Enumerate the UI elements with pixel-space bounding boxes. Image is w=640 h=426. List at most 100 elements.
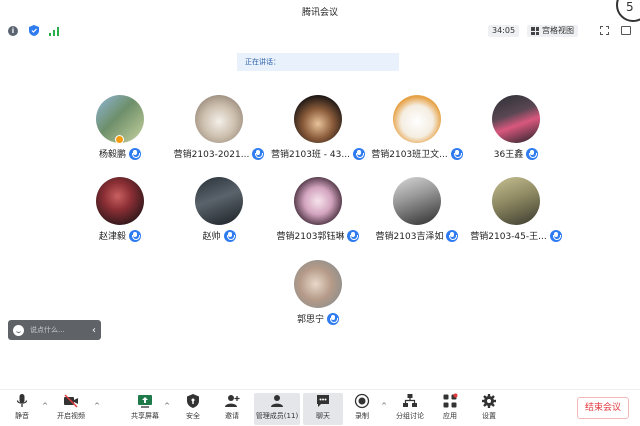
manage-members-label: 管理成员(11) <box>255 412 299 420</box>
host-badge-icon <box>115 135 124 144</box>
mute-label: 静音 <box>15 412 29 420</box>
mute-options-chevron-icon[interactable]: ^ <box>40 402 50 410</box>
security-button[interactable]: 安全 <box>173 393 213 425</box>
camera-off-icon <box>64 394 78 408</box>
emoji-icon[interactable] <box>13 324 24 336</box>
participant-name-row: 营销2103郭钰琳 <box>266 229 370 242</box>
participant-tile[interactable]: 营销2103郭钰琳 <box>266 177 370 253</box>
avatar <box>294 95 342 143</box>
meeting-toolbar: 静音 ^ 开启视频 ^ 共享屏幕 ^ 安全 邀请 管理成员(11) 聊天 录制 … <box>0 389 640 426</box>
security-label: 安全 <box>186 412 200 420</box>
gear-icon <box>482 394 496 408</box>
meeting-info-bar: i 34:05 宫格视图 <box>0 22 640 40</box>
breakout-rooms-label: 分组讨论 <box>396 412 424 420</box>
video-options-chevron-icon[interactable]: ^ <box>92 402 102 410</box>
microphone-status-icon <box>252 147 265 160</box>
invite-label: 邀请 <box>225 412 239 420</box>
members-icon <box>271 395 283 407</box>
participant-name: 营销2103吉泽如 <box>375 232 444 242</box>
apps-button[interactable]: 应用 <box>430 393 470 425</box>
participant-name: 郭思宁 <box>296 315 324 325</box>
participant-name: 36王鑫 <box>493 150 524 160</box>
record-options-chevron-icon[interactable]: ^ <box>379 402 389 410</box>
chat-button[interactable]: 聊天 <box>303 393 343 425</box>
participant-tile[interactable]: 营销2103吉泽如 <box>365 177 469 253</box>
window-title: 腾讯会议 <box>301 8 338 18</box>
chat-placeholder: 说点什么... <box>30 326 65 334</box>
chat-icon <box>317 395 329 407</box>
participant-name: 杨毅鹏 <box>98 150 126 160</box>
participant-tile[interactable]: 杨毅鹏 <box>68 95 172 171</box>
apps-label: 应用 <box>443 412 457 420</box>
participant-tile[interactable]: 赵津毅 <box>68 177 172 253</box>
participant-tile[interactable]: 营销2103-2021... <box>167 95 271 171</box>
participant-tile[interactable]: 赵帅 <box>167 177 271 253</box>
participant-name: 营销2103班卫文... <box>371 150 448 160</box>
participant-tile[interactable]: 营销2103-45-王... <box>464 177 568 253</box>
participant-name-row: 营销2103吉泽如 <box>365 229 469 242</box>
microphone-status-icon <box>129 147 141 160</box>
avatar <box>195 95 243 143</box>
participant-name-row: 郭思宁 <box>266 312 370 325</box>
info-icon[interactable]: i <box>8 26 18 36</box>
notification-badge[interactable]: 5 <box>616 0 640 22</box>
chat-quick-input[interactable]: 说点什么... ‹ <box>8 320 101 340</box>
record-button[interactable]: 录制 <box>342 393 382 425</box>
microphone-status-icon <box>352 147 365 160</box>
manage-members-button[interactable]: 管理成员(11) <box>254 393 300 425</box>
video-button[interactable]: 开启视频 <box>51 393 91 425</box>
participant-name-row: 赵津毅 <box>68 229 172 242</box>
microphone-status-icon <box>450 147 463 160</box>
mute-button[interactable]: 静音 <box>2 393 42 425</box>
participant-name: 赵津毅 <box>98 232 126 242</box>
participant-name: 营销2103郭钰琳 <box>276 232 345 242</box>
breakout-rooms-icon <box>403 394 417 407</box>
security-shield-icon <box>187 394 199 408</box>
avatar <box>393 95 441 143</box>
breakout-rooms-button[interactable]: 分组讨论 <box>390 393 430 425</box>
microphone-status-icon <box>327 312 339 325</box>
avatar <box>294 260 342 308</box>
participant-name-row: 营销2103班卫文... <box>365 147 469 160</box>
share-options-chevron-icon[interactable]: ^ <box>162 402 172 410</box>
participant-name: 赵帅 <box>202 232 221 242</box>
participant-name-row: 营销2103-45-王... <box>464 229 568 242</box>
add-user-icon <box>225 395 240 407</box>
avatar <box>492 95 540 143</box>
microphone-status-icon <box>223 229 236 242</box>
settings-button[interactable]: 设置 <box>469 393 509 425</box>
avatar <box>96 177 144 225</box>
participant-name-row: 赵帅 <box>167 229 271 242</box>
network-signal-icon[interactable] <box>49 26 59 36</box>
view-mode-button[interactable]: 宫格视图 <box>527 25 578 37</box>
shield-icon[interactable] <box>29 25 39 36</box>
avatar <box>492 177 540 225</box>
settings-label: 设置 <box>482 412 496 420</box>
participant-name-row: 营销2103班 - 43... <box>266 147 370 160</box>
avatar <box>195 177 243 225</box>
participant-name-row: 36王鑫 <box>464 147 568 160</box>
window-mode-icon[interactable] <box>621 26 631 35</box>
grid-view-icon <box>531 27 539 35</box>
share-screen-icon <box>138 395 152 408</box>
share-screen-button[interactable]: 共享屏幕 <box>125 393 165 425</box>
end-meeting-button[interactable]: 结束会议 <box>577 397 629 419</box>
view-mode-label: 宫格视图 <box>542 26 574 35</box>
fullscreen-icon[interactable] <box>600 26 609 35</box>
participant-tile[interactable]: 郭思宁 <box>266 260 370 336</box>
participant-name: 营销2103-45-王... <box>470 232 547 242</box>
participant-tile[interactable]: 36王鑫 <box>464 95 568 171</box>
invite-button[interactable]: 邀请 <box>212 393 252 425</box>
participant-name-row: 营销2103-2021... <box>167 147 271 160</box>
collapse-chevron-icon[interactable]: ‹ <box>92 325 96 336</box>
record-icon <box>354 393 370 409</box>
participant-tile[interactable]: 营销2103班卫文... <box>365 95 469 171</box>
participant-name: 营销2103-2021... <box>173 150 250 160</box>
participant-tile[interactable]: 营销2103班 - 43... <box>266 95 370 171</box>
microphone-status-icon <box>129 229 141 242</box>
title-bar: 腾讯会议 5 <box>0 0 640 22</box>
microphone-status-icon <box>347 229 360 242</box>
avatar <box>294 177 342 225</box>
record-label: 录制 <box>355 412 369 420</box>
microphone-status-icon <box>549 229 562 242</box>
